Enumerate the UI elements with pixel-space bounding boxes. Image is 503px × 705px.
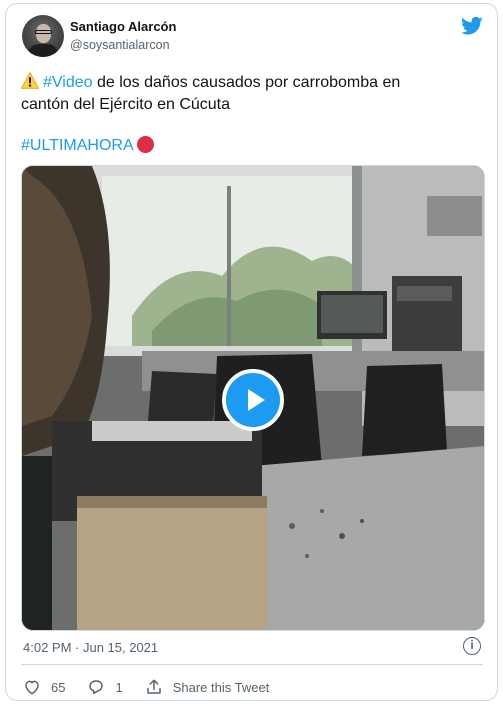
warning-icon bbox=[21, 72, 39, 89]
share-icon bbox=[146, 679, 161, 694]
tweet-card[interactable]: Santiago Alarcón @soysantialarcon #Video… bbox=[5, 3, 498, 701]
divider bbox=[21, 664, 483, 665]
heart-icon bbox=[25, 680, 39, 695]
tweet-timestamp[interactable]: 4:02 PM · Jun 15, 2021 bbox=[23, 640, 158, 655]
hashtag-video[interactable]: #Video bbox=[43, 74, 93, 91]
action-bar: 65 1 Share this Tweet bbox=[23, 676, 291, 698]
tweet-hashtag-line: #ULTIMAHORA bbox=[21, 135, 154, 157]
video-player[interactable] bbox=[21, 165, 485, 631]
reply-count: 1 bbox=[115, 679, 123, 695]
play-button[interactable] bbox=[222, 369, 284, 431]
play-icon bbox=[248, 389, 265, 411]
author-handle[interactable]: @soysantialarcon bbox=[70, 38, 170, 52]
tweet-text: #Video de los daños causados por carrobo… bbox=[21, 72, 481, 116]
like-button[interactable]: 65 bbox=[23, 678, 65, 696]
tweet-text-line1: de los daños causados por carrobomba en bbox=[92, 74, 401, 91]
twitter-bird-icon[interactable] bbox=[461, 16, 483, 36]
reply-icon bbox=[89, 680, 104, 695]
reply-button[interactable]: 1 bbox=[87, 678, 123, 696]
info-icon[interactable]: i bbox=[463, 637, 481, 655]
red-circle-icon bbox=[136, 136, 154, 153]
author-name[interactable]: Santiago Alarcón bbox=[70, 19, 176, 34]
hashtag-ultimahora[interactable]: #ULTIMAHORA bbox=[21, 137, 134, 154]
avatar[interactable] bbox=[22, 15, 64, 57]
like-count: 65 bbox=[51, 679, 66, 695]
tweet-text-line2: cantón del Ejército en Cúcuta bbox=[21, 96, 231, 113]
share-button[interactable]: Share this Tweet bbox=[145, 678, 270, 696]
share-label: Share this Tweet bbox=[172, 679, 270, 695]
